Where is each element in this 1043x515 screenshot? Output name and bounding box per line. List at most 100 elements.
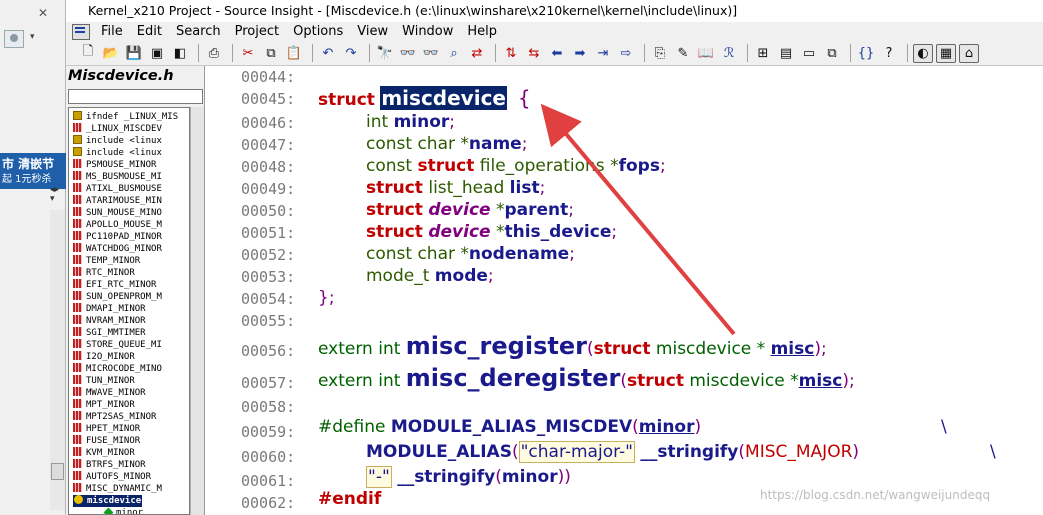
project-window-icon[interactable]: ⌂ [959, 43, 979, 63]
find-prev-icon[interactable]: 👓 [421, 43, 441, 63]
menu-window[interactable]: Window [395, 22, 460, 41]
symbol-list-item[interactable]: WATCHDOG_MINOR [73, 243, 162, 255]
code-editor[interactable]: 00044: 00045: 00046: 00047: 00048: 00049: 0005… [206, 66, 1043, 515]
menu-project[interactable]: Project [228, 22, 286, 41]
symbol-list-item[interactable]: SUN_OPENPROM_M [73, 291, 162, 303]
param-type-miscdevice[interactable]: miscdevice [689, 371, 784, 391]
symbol-list-item[interactable]: FUSE_MINOR [73, 435, 140, 447]
symbol-list-item[interactable]: MS_BUSMOUSE_MI [73, 171, 162, 183]
field-this-device[interactable]: this_device [504, 222, 611, 242]
symbol-list-item[interactable]: PSMOUSE_MINOR [73, 159, 156, 171]
book-icon[interactable]: 📖 [696, 43, 716, 63]
symbol-list-item[interactable]: I2O_MINOR [73, 351, 135, 363]
symbol-window-icon[interactable]: ⎘ [650, 43, 670, 63]
symbol-list-item[interactable]: MPT_MINOR [73, 399, 135, 411]
symbol-list-item[interactable]: BTRFS_MINOR [73, 459, 146, 471]
highlight-icon[interactable]: ✎ [673, 43, 693, 63]
cascade-window-icon[interactable]: ▤ [776, 43, 796, 63]
field-fops[interactable]: fops [619, 156, 660, 176]
symbol-list-item[interactable]: TEMP_MINOR [73, 255, 140, 267]
save-icon[interactable]: 💾 [124, 43, 144, 63]
symbol-list-item[interactable]: _LINUX_MISCDEV [73, 123, 162, 135]
symbol-filter-input[interactable] [68, 89, 203, 104]
find-next-icon[interactable]: 👓 [398, 43, 418, 63]
macro-stringify[interactable]: __stringify [397, 467, 495, 487]
symbol-list-item[interactable]: ifndef _LINUX_MIS [73, 111, 178, 123]
symbol-list-item[interactable]: EFI_RTC_MINOR [73, 279, 156, 291]
menu-file[interactable]: File [94, 22, 130, 41]
field-minor[interactable]: minor [394, 112, 450, 132]
context-window-icon[interactable]: ▦ [936, 43, 956, 63]
symbol-list-item[interactable]: include <linux [73, 147, 162, 159]
bookmark-icon[interactable]: ⇅ [501, 43, 521, 63]
macro-param-minor[interactable]: minor [639, 417, 695, 437]
search-files-icon[interactable]: ⌕ [444, 43, 464, 63]
jump-icon[interactable]: ⇆ [524, 43, 544, 63]
symbol-list-item[interactable]: SUN_MOUSE_MINO [73, 207, 162, 219]
find-icon[interactable]: 🔭 [375, 43, 395, 63]
symbol-list-scrollbar[interactable] [190, 107, 204, 515]
symbol-list-item[interactable]: AUTOFS_MINOR [73, 471, 151, 483]
menu-edit[interactable]: Edit [130, 22, 169, 41]
left-scrollbar-thumb[interactable] [51, 463, 64, 480]
replace-icon[interactable]: ⇄ [467, 43, 487, 63]
symbol-list-item[interactable]: MPT2SAS_MINOR [73, 411, 156, 423]
symbol-list-item[interactable]: MICROCODE_MINO [73, 363, 162, 375]
param-type-miscdevice[interactable]: miscdevice [656, 339, 751, 359]
menu-search[interactable]: Search [169, 22, 228, 41]
type-file-operations[interactable]: file_operations [480, 156, 605, 176]
browse-icon[interactable]: ℛ [719, 43, 739, 63]
type-device[interactable]: device [428, 200, 490, 220]
document-menu-icon[interactable] [72, 23, 90, 40]
menu-view[interactable]: View [350, 22, 395, 41]
symbol-list-item[interactable]: MISC_DYNAMIC_M [73, 483, 162, 495]
menu-options[interactable]: Options [286, 22, 350, 41]
symbol-list[interactable]: ifndef _LINUX_MIS _LINUX_MISCDEV include <… [68, 107, 190, 515]
param-misc[interactable]: misc [799, 371, 843, 391]
goto-line-icon[interactable]: ⇥ [593, 43, 613, 63]
type-mode-t[interactable]: mode_t [366, 266, 429, 286]
brace-match-icon[interactable]: {} [856, 43, 876, 63]
goto-def-icon[interactable]: ⇨ [616, 43, 636, 63]
symbol-list-item[interactable]: minor [103, 507, 143, 514]
symbol-list-item[interactable]: NVRAM_MINOR [73, 315, 146, 327]
redo-icon[interactable]: ↷ [341, 43, 361, 63]
type-device[interactable]: device [428, 222, 490, 242]
symbol-list-item[interactable]: APOLLO_MOUSE_M [73, 219, 162, 231]
save-all-icon[interactable]: ▣ [147, 43, 167, 63]
close-file-icon[interactable]: ◧ [170, 43, 190, 63]
chevron-down-icon[interactable]: ▾ [30, 32, 35, 42]
selected-struct-name[interactable]: miscdevice [380, 86, 507, 110]
undo-icon[interactable]: ↶ [318, 43, 338, 63]
symbol-list-item[interactable]: miscdevice [73, 495, 143, 507]
print-icon[interactable]: ⎙ [204, 43, 224, 63]
field-name[interactable]: name [469, 134, 522, 154]
resize-arrows-icon[interactable]: ◂▸ ▾ [50, 186, 59, 204]
avatar-icon[interactable] [4, 30, 24, 48]
symbol-list-item[interactable]: include <linux [73, 135, 162, 147]
split-window-icon[interactable]: ▭ [799, 43, 819, 63]
symbol-list-item[interactable]: DMAPI_MINOR [73, 303, 146, 315]
macro-module-alias[interactable]: MODULE_ALIAS [366, 442, 512, 462]
copy-icon[interactable]: ⧉ [261, 43, 281, 63]
context-help-icon[interactable]: ? [879, 43, 899, 63]
macro-misc-major[interactable]: MISC_MAJOR [745, 442, 852, 462]
function-misc-register[interactable]: misc_register [406, 332, 587, 360]
back-arrow-icon[interactable]: ⬅ [547, 43, 567, 63]
macro-module-alias-miscdev[interactable]: MODULE_ALIAS_MISCDEV [391, 417, 632, 437]
menu-help[interactable]: Help [460, 22, 504, 41]
param-misc[interactable]: misc [771, 339, 815, 359]
function-misc-deregister[interactable]: misc_deregister [406, 364, 621, 392]
symbol-list-item[interactable]: KVM_MINOR [73, 447, 135, 459]
type-list-head[interactable]: list_head [428, 178, 504, 198]
macro-arg-minor[interactable]: minor [502, 467, 558, 487]
forward-arrow-icon[interactable]: ➡ [570, 43, 590, 63]
field-list[interactable]: list [510, 178, 540, 198]
ad-banner[interactable]: 市 清嵌节 起 1元秒杀 [0, 153, 66, 189]
paste-icon[interactable]: 📋 [284, 43, 304, 63]
tile-window-icon[interactable]: ⊞ [753, 43, 773, 63]
field-parent[interactable]: parent [504, 200, 568, 220]
symbol-list-item[interactable]: HPET_MINOR [73, 423, 140, 435]
restore-window-icon[interactable]: ⧉ [822, 43, 842, 63]
macro-stringify[interactable]: __stringify [640, 442, 738, 462]
